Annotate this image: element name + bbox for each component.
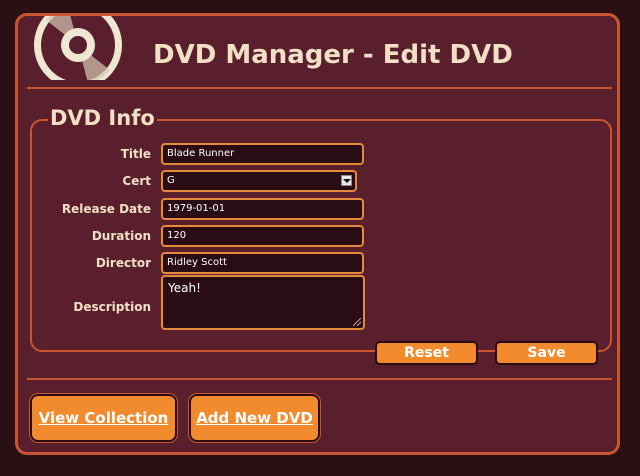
view-collection-button[interactable]: View Collection: [30, 394, 177, 442]
director-input[interactable]: Ridley Scott: [161, 252, 364, 274]
title-label: Title: [120, 147, 151, 161]
director-row: Director Ridley Scott: [18, 252, 617, 274]
description-label: Description: [73, 300, 151, 314]
release-date-input[interactable]: 1979-01-01: [161, 198, 364, 220]
duration-input[interactable]: 120: [161, 225, 364, 247]
title-input[interactable]: Blade Runner: [161, 143, 364, 165]
reset-button[interactable]: Reset: [375, 341, 478, 365]
main-panel: DVD Manager - Edit DVD DVD Info Title Bl…: [15, 13, 620, 455]
cert-label: Cert: [122, 174, 151, 188]
description-textarea[interactable]: Yeah!: [161, 275, 365, 330]
duration-row: Duration 120: [18, 225, 617, 247]
chevron-down-icon[interactable]: [341, 175, 352, 186]
resize-grip-icon[interactable]: [353, 318, 361, 326]
footer-divider: [27, 378, 612, 380]
fieldset-legend: DVD Info: [48, 104, 157, 132]
header-divider: [27, 87, 612, 89]
duration-label: Duration: [91, 229, 151, 243]
cert-selected-value: G: [167, 175, 175, 186]
release-date-row: Release Date 1979-01-01: [18, 198, 617, 220]
page-title: DVD Manager - Edit DVD: [153, 40, 513, 70]
description-text: Yeah!: [168, 281, 201, 295]
director-label: Director: [95, 256, 151, 270]
release-date-label: Release Date: [61, 202, 151, 216]
disc-icon: [34, 16, 122, 80]
cert-row: Cert G: [18, 170, 617, 192]
cert-select[interactable]: G: [161, 170, 357, 192]
save-button[interactable]: Save: [495, 341, 598, 365]
add-new-dvd-button[interactable]: Add New DVD: [189, 394, 320, 442]
title-row: Title Blade Runner: [18, 143, 617, 165]
